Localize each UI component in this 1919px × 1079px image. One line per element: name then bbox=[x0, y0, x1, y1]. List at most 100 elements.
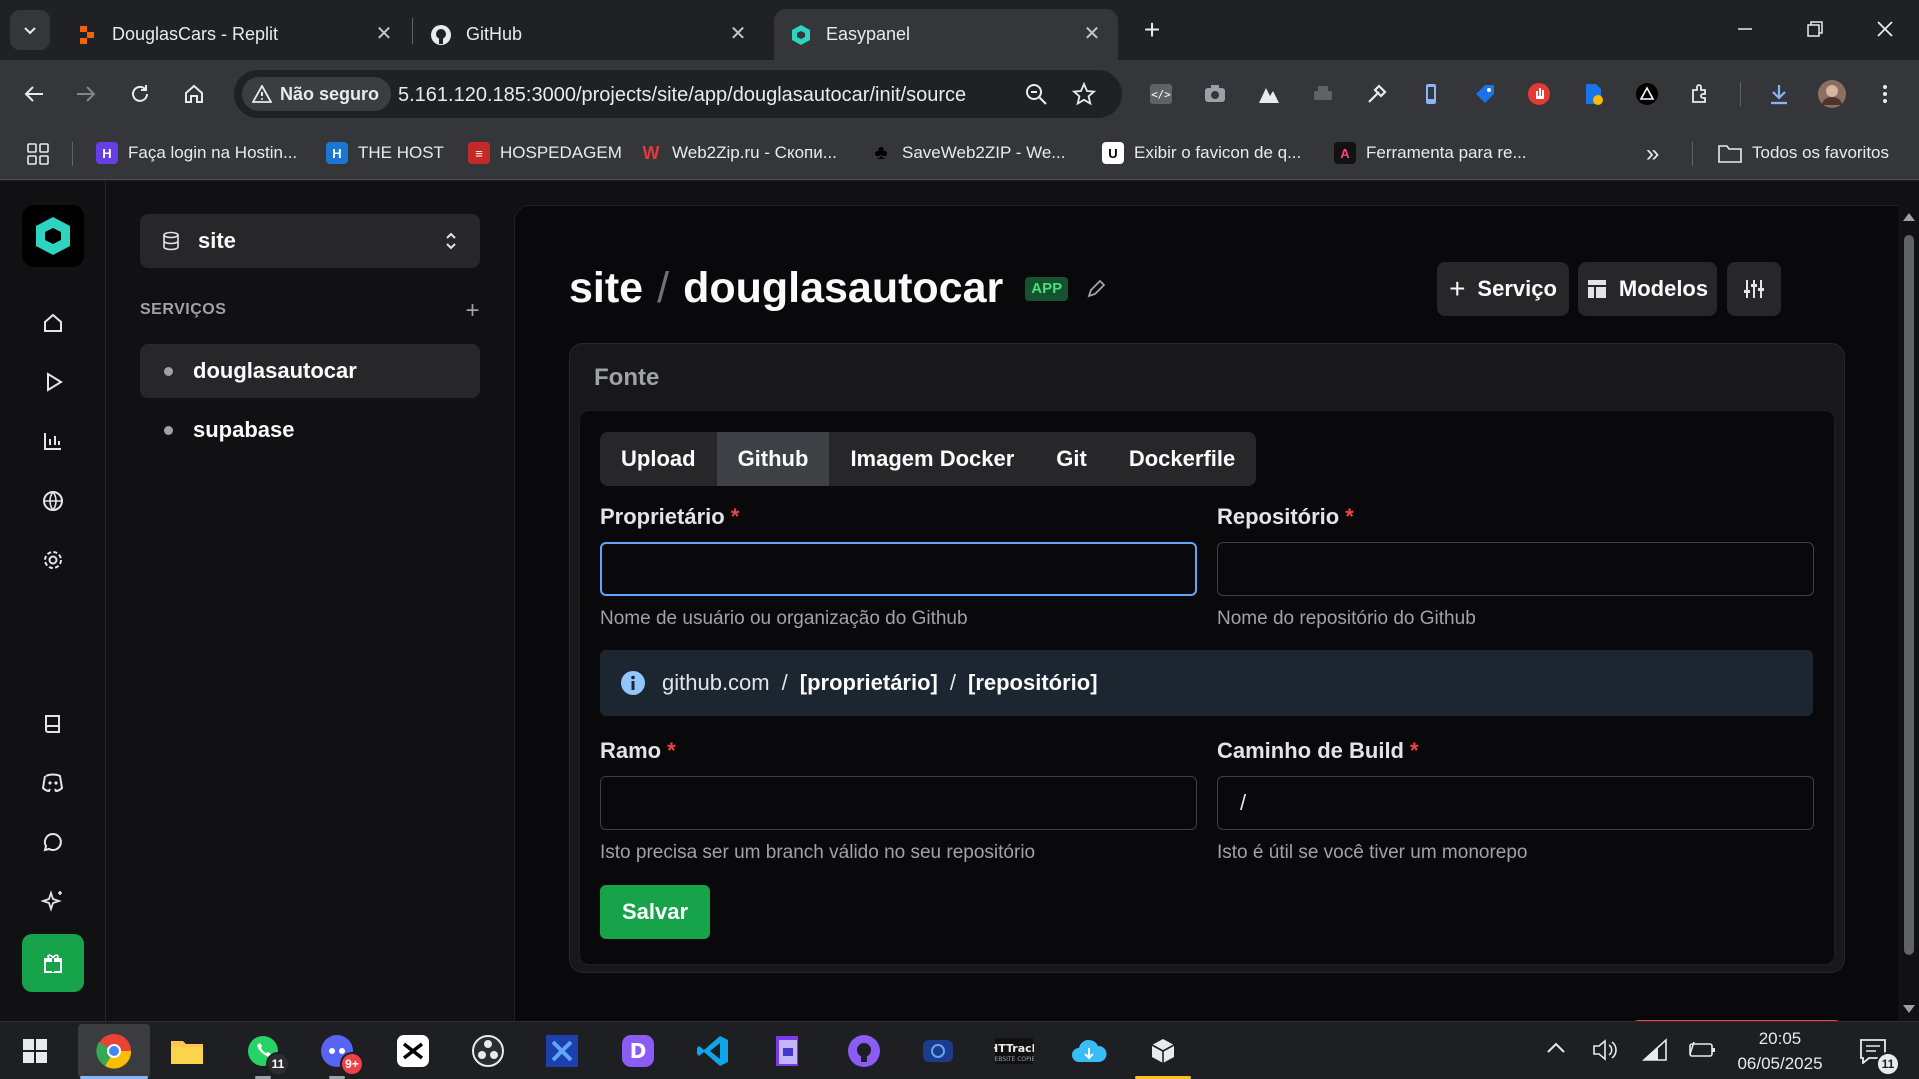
eyedropper-extension-icon[interactable] bbox=[1362, 79, 1392, 109]
bookmark-ferramenta[interactable]: A Ferramenta para re... bbox=[1334, 138, 1527, 168]
tab-docker-image[interactable]: Imagem Docker bbox=[829, 432, 1035, 486]
sparkles-icon[interactable] bbox=[33, 881, 73, 921]
camera-extension-icon[interactable] bbox=[1200, 79, 1230, 109]
book-icon[interactable] bbox=[33, 704, 73, 744]
capcut-icon[interactable] bbox=[392, 1030, 434, 1072]
whatsapp-icon[interactable]: 11 bbox=[242, 1030, 290, 1076]
windows-start-button[interactable] bbox=[14, 1030, 56, 1072]
shield-extension-icon[interactable] bbox=[1524, 79, 1554, 109]
tab-dockerfile[interactable]: Dockerfile bbox=[1108, 432, 1256, 486]
project-selector[interactable]: site bbox=[140, 214, 480, 268]
globe-icon[interactable] bbox=[33, 481, 73, 521]
add-service-icon[interactable]: + bbox=[465, 297, 480, 325]
page-scrollbar[interactable] bbox=[1898, 205, 1919, 1021]
mobile-extension-icon[interactable] bbox=[1416, 79, 1446, 109]
mountain-extension-icon[interactable] bbox=[1254, 79, 1284, 109]
bookmark-favicon-viewer[interactable]: U Exibir o favicon de q... bbox=[1102, 138, 1301, 168]
repo-input[interactable] bbox=[1217, 542, 1814, 596]
printer-extension-icon[interactable] bbox=[1308, 79, 1338, 109]
bookmark-star-icon[interactable] bbox=[1072, 82, 1096, 106]
save-button[interactable]: Salvar bbox=[600, 885, 710, 939]
bookmarks-overflow-icon[interactable]: » bbox=[1646, 140, 1659, 168]
security-chip[interactable]: Não seguro bbox=[242, 77, 392, 111]
tab-upload[interactable]: Upload bbox=[600, 432, 717, 486]
templates-button[interactable]: Modelos bbox=[1578, 262, 1717, 316]
service-item-douglasautocar[interactable]: douglasautocar bbox=[140, 344, 480, 398]
scroll-thumb[interactable] bbox=[1904, 235, 1914, 955]
tray-overflow-icon[interactable] bbox=[1546, 1040, 1566, 1054]
forward-button[interactable] bbox=[66, 74, 106, 114]
bookmark-hospedagem[interactable]: ≡ HOSPEDAGEM bbox=[468, 138, 622, 168]
vpn-icon[interactable] bbox=[917, 1030, 959, 1072]
window-minimize-button[interactable] bbox=[1720, 14, 1770, 44]
owner-input[interactable] bbox=[600, 542, 1197, 596]
bookmark-hostinger[interactable]: H Faça login na Hostin... bbox=[96, 138, 297, 168]
tab-git[interactable]: Git bbox=[1035, 432, 1108, 486]
download-icon[interactable] bbox=[1764, 79, 1794, 109]
add-service-button[interactable]: + Serviço bbox=[1437, 262, 1569, 316]
breadcrumb-project[interactable]: site bbox=[569, 264, 643, 313]
tab-search-button[interactable] bbox=[10, 10, 50, 50]
file-explorer-icon[interactable] bbox=[166, 1030, 208, 1072]
document-extension-icon[interactable] bbox=[1578, 79, 1608, 109]
reload-button[interactable] bbox=[120, 74, 160, 114]
discord-taskbar-icon[interactable]: 9+ bbox=[316, 1030, 364, 1076]
gear-icon[interactable] bbox=[33, 540, 73, 580]
play-icon[interactable] bbox=[33, 362, 73, 402]
cloud-app-icon[interactable] bbox=[1068, 1030, 1110, 1072]
easypanel-logo[interactable] bbox=[22, 205, 84, 267]
obs-icon[interactable] bbox=[467, 1030, 509, 1072]
cube-app-icon[interactable] bbox=[1142, 1030, 1184, 1072]
chrome-taskbar-icon[interactable] bbox=[93, 1030, 135, 1072]
clock[interactable]: 20:05 06/05/2025 bbox=[1730, 1026, 1830, 1076]
tag-extension-icon[interactable] bbox=[1470, 79, 1500, 109]
zoom-icon[interactable] bbox=[1024, 82, 1048, 106]
window-close-button[interactable] bbox=[1860, 14, 1910, 44]
window-restore-button[interactable] bbox=[1790, 14, 1840, 44]
scroll-up-arrow[interactable] bbox=[1903, 213, 1915, 221]
close-icon[interactable]: ✕ bbox=[1082, 24, 1102, 44]
settings-sliders-button[interactable] bbox=[1727, 262, 1781, 316]
website-copier-icon[interactable]: HTTrackWEBSITE COPIER bbox=[993, 1030, 1035, 1072]
browser-tab-github[interactable]: GitHub ✕ bbox=[414, 9, 764, 60]
chat-icon[interactable] bbox=[33, 822, 73, 862]
build-path-input[interactable]: / bbox=[1217, 776, 1814, 830]
close-icon[interactable]: ✕ bbox=[728, 24, 748, 44]
vscode-icon[interactable] bbox=[692, 1030, 734, 1072]
kebab-menu-icon[interactable] bbox=[1870, 79, 1900, 109]
winrar-icon[interactable] bbox=[767, 1030, 809, 1072]
volume-icon[interactable] bbox=[1592, 1038, 1618, 1062]
all-bookmarks-folder[interactable]: Todos os favoritos bbox=[1718, 138, 1889, 168]
code-extension-icon[interactable]: </> bbox=[1146, 79, 1176, 109]
wifi-icon[interactable] bbox=[1642, 1038, 1668, 1062]
back-button[interactable] bbox=[14, 74, 54, 114]
home-button[interactable] bbox=[174, 74, 214, 114]
pencil-icon[interactable] bbox=[1086, 279, 1106, 299]
browser-tab-easypanel[interactable]: Easypanel ✕ bbox=[774, 9, 1118, 60]
bookmark-the-host[interactable]: H THE HOST bbox=[326, 138, 444, 168]
gift-button[interactable] bbox=[22, 934, 84, 992]
chart-icon[interactable] bbox=[33, 421, 73, 461]
browser-tab-replit[interactable]: DouglasCars - Replit ✕ bbox=[60, 9, 410, 60]
discord-icon[interactable] bbox=[33, 763, 73, 803]
github-desktop-icon[interactable] bbox=[843, 1030, 885, 1072]
scroll-down-arrow[interactable] bbox=[1903, 1005, 1915, 1013]
bookmark-saveweb2zip[interactable]: ♣ SaveWeb2ZIP - We... bbox=[870, 138, 1065, 168]
bookmark-web2zip[interactable]: W Web2Zip.ru - Скопи... bbox=[640, 138, 837, 168]
address-bar[interactable]: Não seguro 5.161.120.185:3000/projects/s… bbox=[234, 70, 1122, 118]
vercel-extension-icon[interactable] bbox=[1632, 79, 1662, 109]
battery-icon[interactable] bbox=[1688, 1040, 1716, 1060]
project-name: site bbox=[198, 228, 236, 253]
profile-avatar[interactable] bbox=[1817, 79, 1847, 109]
puzzle-extensions-icon[interactable] bbox=[1686, 79, 1716, 109]
home-icon[interactable] bbox=[33, 303, 73, 343]
tab-github[interactable]: Github bbox=[716, 432, 830, 486]
d-app-icon[interactable]: D bbox=[617, 1030, 659, 1072]
apps-grid-icon[interactable] bbox=[26, 142, 50, 166]
notification-center-icon[interactable]: 11 bbox=[1852, 1030, 1900, 1076]
close-icon[interactable]: ✕ bbox=[374, 24, 394, 44]
new-tab-button[interactable]: + bbox=[1132, 12, 1172, 48]
service-item-supabase[interactable]: supabase bbox=[140, 403, 480, 457]
jetbrains-icon[interactable] bbox=[541, 1030, 583, 1072]
branch-input[interactable] bbox=[600, 776, 1197, 830]
